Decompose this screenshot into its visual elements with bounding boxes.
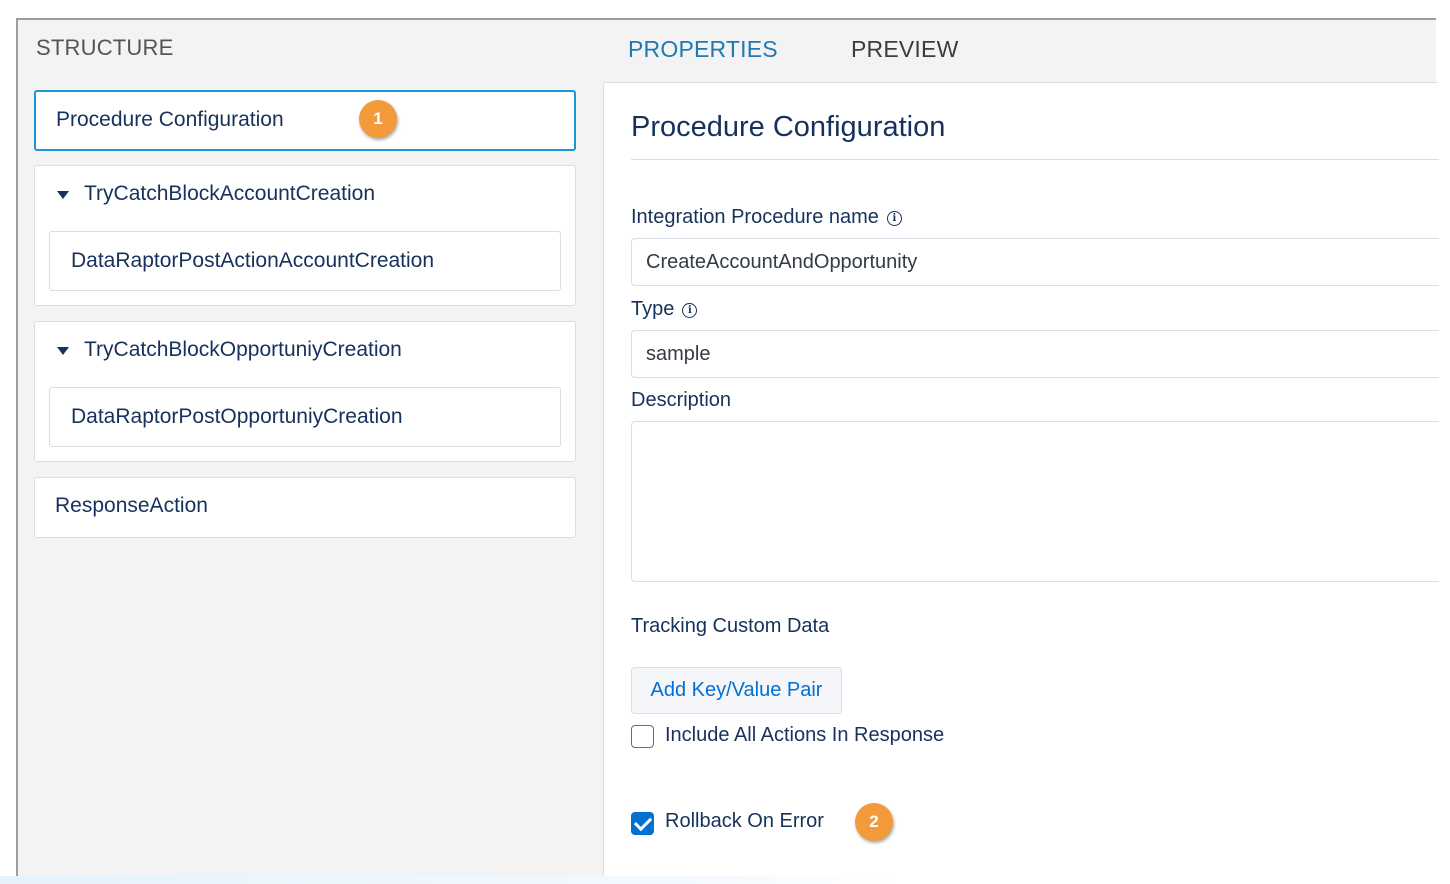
type-field-label: Type i: [631, 298, 698, 321]
structure-group-label: TryCatchBlockOpportuniyCreation: [84, 338, 402, 361]
type-field-label-text: Type: [631, 298, 675, 320]
bottom-glow: [0, 876, 900, 884]
include-all-actions-label[interactable]: Include All Actions In Response: [665, 724, 944, 747]
caret-down-icon[interactable]: [57, 347, 69, 355]
callout-badge-1: 1: [359, 100, 397, 138]
tab-properties[interactable]: PROPERTIES: [628, 36, 778, 63]
include-all-actions-checkbox[interactable]: [631, 725, 654, 748]
add-key-value-pair-button[interactable]: Add Key/Value Pair: [631, 667, 842, 714]
structure-group-try-catch-opportunity[interactable]: TryCatchBlockOpportuniyCreation DataRapt…: [34, 321, 576, 462]
callout-badge-2: 2: [855, 803, 893, 841]
type-input[interactable]: [631, 330, 1439, 378]
rollback-on-error-checkbox[interactable]: [631, 812, 654, 835]
structure-node-label: Procedure Configuration: [56, 108, 284, 131]
properties-title: Procedure Configuration: [631, 111, 946, 143]
info-circle-icon[interactable]: i: [886, 211, 902, 226]
structure-node-procedure-configuration[interactable]: Procedure Configuration 1: [34, 90, 576, 151]
rollback-on-error-label[interactable]: Rollback On Error: [665, 810, 824, 833]
structure-group-try-catch-account[interactable]: TryCatchBlockAccountCreation DataRaptorP…: [34, 165, 576, 306]
tab-preview[interactable]: PREVIEW: [851, 36, 958, 63]
properties-panel: Procedure Configuration Integration Proc…: [603, 82, 1439, 880]
divider: [631, 159, 1439, 160]
structure-node-dataraptor-opportunity[interactable]: DataRaptorPostOpportuniyCreation: [49, 387, 561, 447]
integration-procedure-designer: STRUCTURE Procedure Configuration 1 TryC…: [16, 18, 1439, 880]
procedure-name-input[interactable]: [631, 238, 1439, 286]
structure-group-label: TryCatchBlockAccountCreation: [84, 182, 376, 205]
description-textarea[interactable]: [631, 421, 1439, 582]
name-field-label-text: Integration Procedure name: [631, 206, 879, 228]
structure-heading: STRUCTURE: [36, 35, 174, 60]
structure-node-response-action[interactable]: ResponseAction: [34, 477, 576, 538]
caret-down-icon[interactable]: [57, 191, 69, 199]
description-field-label: Description: [631, 389, 732, 411]
structure-node-label: DataRaptorPostOpportuniyCreation: [71, 405, 403, 428]
structure-node-label: DataRaptorPostActionAccountCreation: [71, 249, 435, 272]
structure-node-dataraptor-account[interactable]: DataRaptorPostActionAccountCreation: [49, 231, 561, 291]
name-field-label: Integration Procedure name i: [631, 206, 902, 229]
info-circle-icon[interactable]: i: [682, 303, 698, 318]
tracking-custom-data-label: Tracking Custom Data: [631, 615, 830, 637]
structure-node-label: ResponseAction: [55, 494, 208, 517]
